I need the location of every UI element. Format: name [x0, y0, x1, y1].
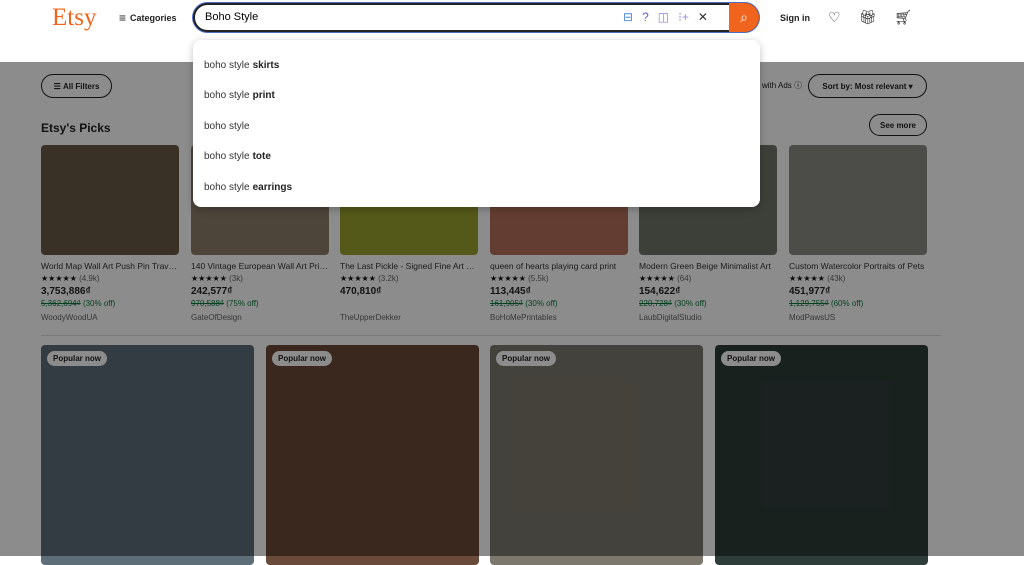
help-icon[interactable]: ?	[642, 10, 649, 24]
menu-icon: ≡	[119, 11, 127, 25]
search-bar: ⊟ ? ◫ ⁝+ ✕ ⌕	[193, 3, 759, 32]
sign-in-link[interactable]: Sign in	[780, 13, 810, 23]
gift-icon[interactable]: 🎁︎	[859, 9, 877, 26]
etsy-logo[interactable]: Etsy	[52, 4, 96, 32]
add-icon[interactable]: ⁝+	[678, 10, 689, 24]
suggestion-item[interactable]: boho style	[193, 111, 760, 142]
cart-icon[interactable]: 🛒︎	[894, 9, 912, 26]
search-button[interactable]: ⌕	[729, 3, 759, 32]
suggestion-item[interactable]: boho style skirts	[193, 50, 760, 81]
compare-icon[interactable]: ◫	[658, 10, 669, 24]
image-search-icon[interactable]: ⊟	[623, 10, 633, 24]
search-input[interactable]	[205, 11, 605, 23]
clear-icon[interactable]: ✕	[698, 10, 708, 24]
suggestion-item[interactable]: boho style print	[193, 81, 760, 112]
heart-icon[interactable]: ♡	[828, 9, 841, 26]
categories-button[interactable]: ≡ Categories	[119, 11, 177, 25]
suggestion-item[interactable]: boho style earrings	[193, 172, 760, 203]
suggestion-item[interactable]: boho style tote	[193, 142, 760, 173]
search-icon: ⌕	[740, 9, 748, 25]
search-suggestions: boho style skirts boho style print boho styl…	[193, 40, 760, 207]
